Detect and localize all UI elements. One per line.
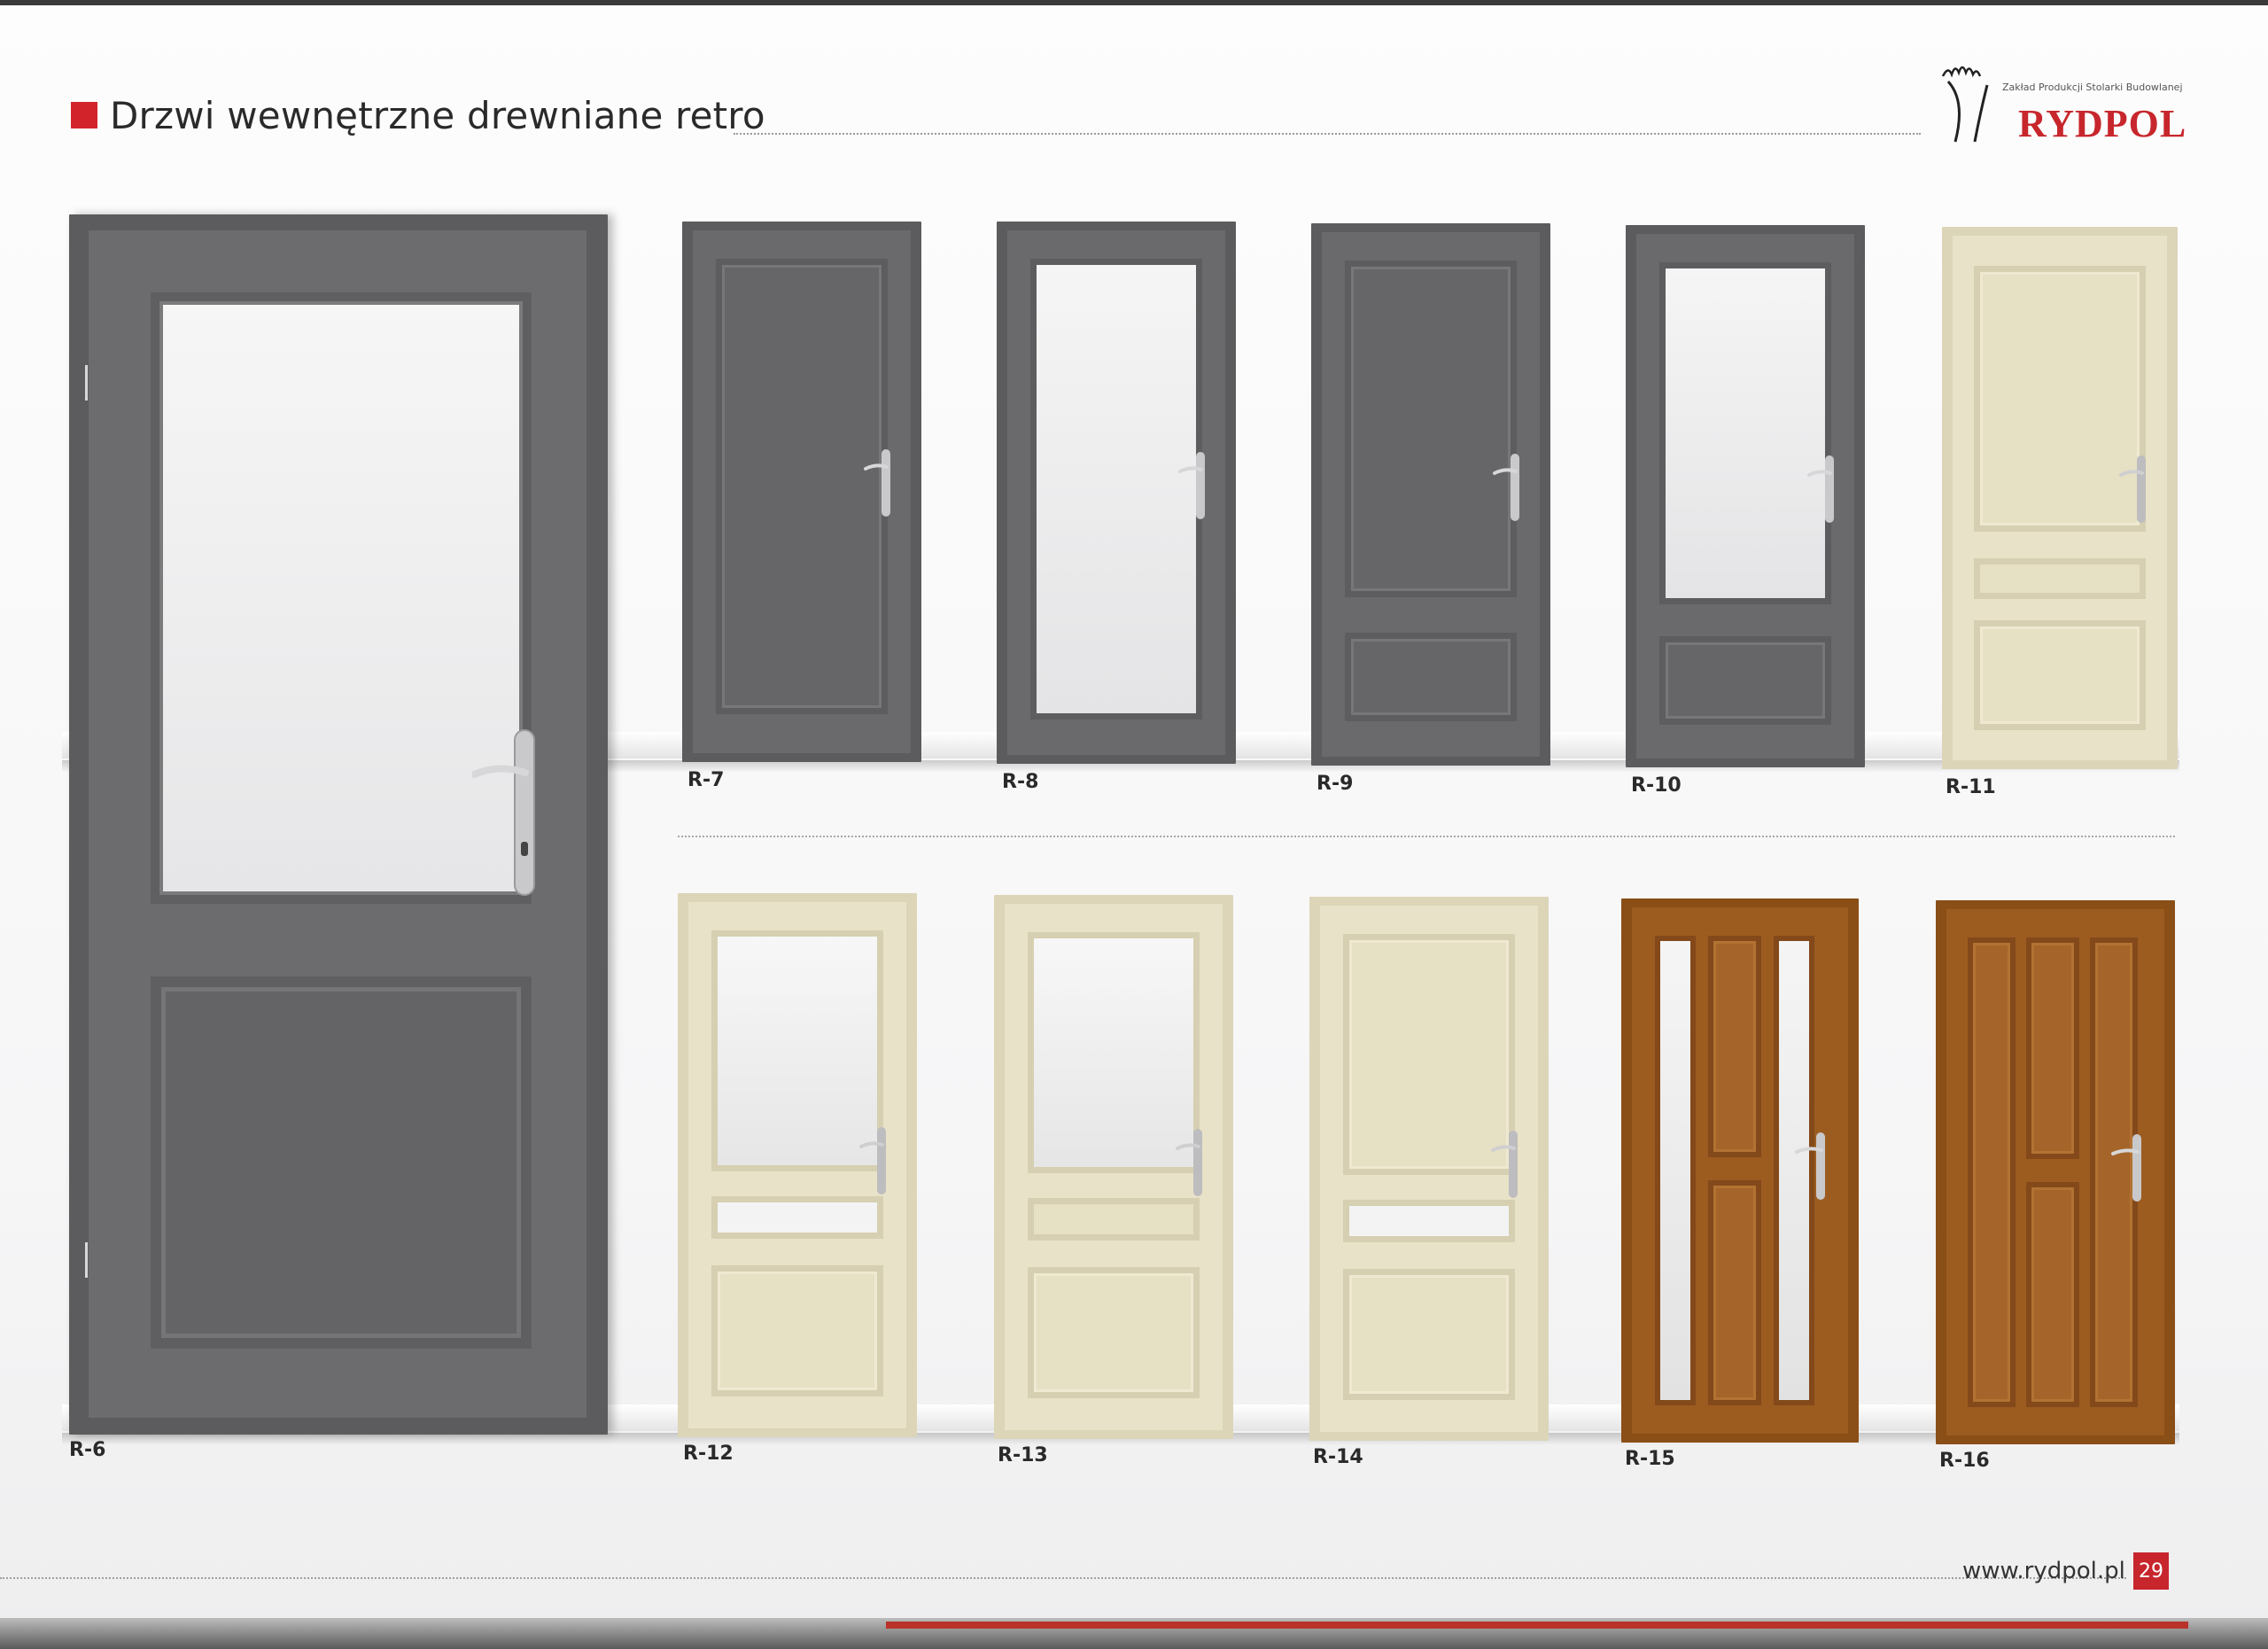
door-handle-icon xyxy=(1491,1131,1518,1198)
door-handle-icon xyxy=(1807,455,1834,523)
page-number: 29 xyxy=(2133,1552,2169,1590)
door-panel xyxy=(1343,934,1515,1175)
door-panel xyxy=(1968,937,2016,1407)
door-panel xyxy=(1343,1269,1515,1400)
door-handle-icon xyxy=(2111,1134,2141,1202)
door-panel xyxy=(1974,620,2146,730)
door-r10 xyxy=(1626,225,1865,767)
door-r16 xyxy=(1936,900,2175,1444)
door-label-r13: R-13 xyxy=(998,1444,1048,1466)
door-label-r10: R-10 xyxy=(1631,774,1682,797)
door-label-r14: R-14 xyxy=(1313,1446,1363,1468)
door-handle-icon xyxy=(1176,1129,1202,1196)
page-title: Drzwi wewnętrzne drewniane retro xyxy=(110,93,765,137)
catalog-page: Drzwi wewnętrzne drewniane retro Zakład … xyxy=(0,0,2268,1649)
page-header: Drzwi wewnętrzne drewniane retro xyxy=(71,89,765,142)
page-bottom-edge xyxy=(0,1618,2268,1649)
door-label-r12: R-12 xyxy=(683,1443,734,1465)
door-r6 xyxy=(69,214,608,1435)
door-panel xyxy=(1708,936,1761,1157)
door-panel xyxy=(1659,636,1831,725)
door-r15 xyxy=(1621,898,1859,1443)
hinge-icon xyxy=(85,1242,88,1278)
door-glass xyxy=(1343,1200,1515,1242)
door-panel xyxy=(1028,1267,1200,1398)
title-divider xyxy=(734,133,1921,135)
door-panel xyxy=(716,259,888,714)
door-glass xyxy=(1030,259,1202,719)
door-label-r15: R-15 xyxy=(1625,1448,1675,1470)
door-handle-icon xyxy=(472,729,535,896)
door-panel xyxy=(1345,633,1517,721)
door-glass xyxy=(711,1196,883,1239)
footer-divider xyxy=(0,1577,2126,1579)
door-label-r6: R-6 xyxy=(69,1439,106,1461)
door-panel xyxy=(2026,1182,2079,1407)
door-panel xyxy=(2026,937,2079,1159)
door-r14 xyxy=(1309,897,1549,1441)
door-handle-icon xyxy=(1493,454,1519,521)
door-r11 xyxy=(1942,227,2178,769)
door-panel xyxy=(1028,1198,1200,1241)
door-label-r11: R-11 xyxy=(1946,776,1996,798)
door-glass xyxy=(1659,262,1831,604)
door-panel xyxy=(1345,261,1517,597)
door-handle-icon xyxy=(2119,455,2146,523)
door-handle-icon xyxy=(859,1127,886,1194)
door-glass xyxy=(711,930,883,1171)
door-r8 xyxy=(997,222,1236,764)
door-r7 xyxy=(682,222,921,762)
door-panel xyxy=(1708,1180,1761,1405)
door-label-r9: R-9 xyxy=(1317,773,1354,795)
door-label-r7: R-7 xyxy=(687,769,725,791)
page-top-edge xyxy=(0,0,2268,5)
door-label-r8: R-8 xyxy=(1002,771,1039,793)
door-panel xyxy=(711,1265,883,1396)
door-handle-icon xyxy=(1795,1132,1825,1200)
door-glass xyxy=(1028,932,1200,1173)
door-label-r16: R-16 xyxy=(1939,1450,1990,1472)
door-r12 xyxy=(678,893,917,1437)
brand-name: RYDPOL xyxy=(2018,102,2187,145)
door-handle-icon xyxy=(1178,452,1205,519)
title-accent-square xyxy=(71,102,97,128)
door-panel xyxy=(1974,558,2146,599)
hinge-icon xyxy=(85,365,88,401)
brand-tagline: Zakład Produkcji Stolarki Budowlanej xyxy=(2002,82,2183,93)
footer-url: www.rydpol.pl xyxy=(1962,1558,2125,1584)
door-handle-icon xyxy=(864,449,890,517)
door-r13 xyxy=(994,895,1233,1439)
row-divider xyxy=(678,836,2175,837)
door-r9 xyxy=(1311,223,1550,766)
door-glass xyxy=(1655,936,1696,1405)
door-panel xyxy=(151,976,532,1349)
